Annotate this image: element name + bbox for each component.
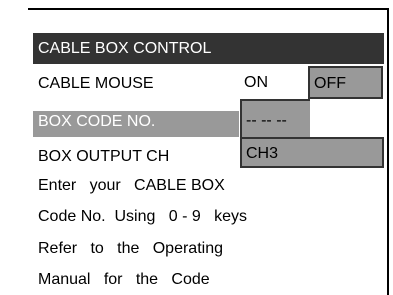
box-output-label: BOX OUTPUT CH [38, 148, 170, 165]
cable-mouse-on-option[interactable]: ON [240, 66, 309, 99]
menu-title: CABLE BOX CONTROL [33, 33, 384, 64]
box-code-field-blank [310, 99, 384, 141]
help-line-4: Manual for the Code [38, 271, 210, 288]
osd-screen: CABLE BOX CONTROL CABLE MOUSE ON OFF BOX… [0, 0, 393, 295]
box-output-channel-field[interactable]: CH3 [240, 137, 384, 168]
cable-mouse-label: CABLE MOUSE [38, 75, 154, 92]
help-line-3: Refer to the Operating [38, 240, 223, 257]
help-line-1: Enter your CABLE BOX [38, 177, 225, 194]
box-code-label: BOX CODE NO. [38, 113, 156, 130]
box-code-field[interactable]: -- -- -- [240, 99, 312, 141]
cable-mouse-off-option[interactable]: OFF [308, 66, 383, 99]
help-line-2: Code No. Using 0 - 9 keys [38, 208, 247, 225]
